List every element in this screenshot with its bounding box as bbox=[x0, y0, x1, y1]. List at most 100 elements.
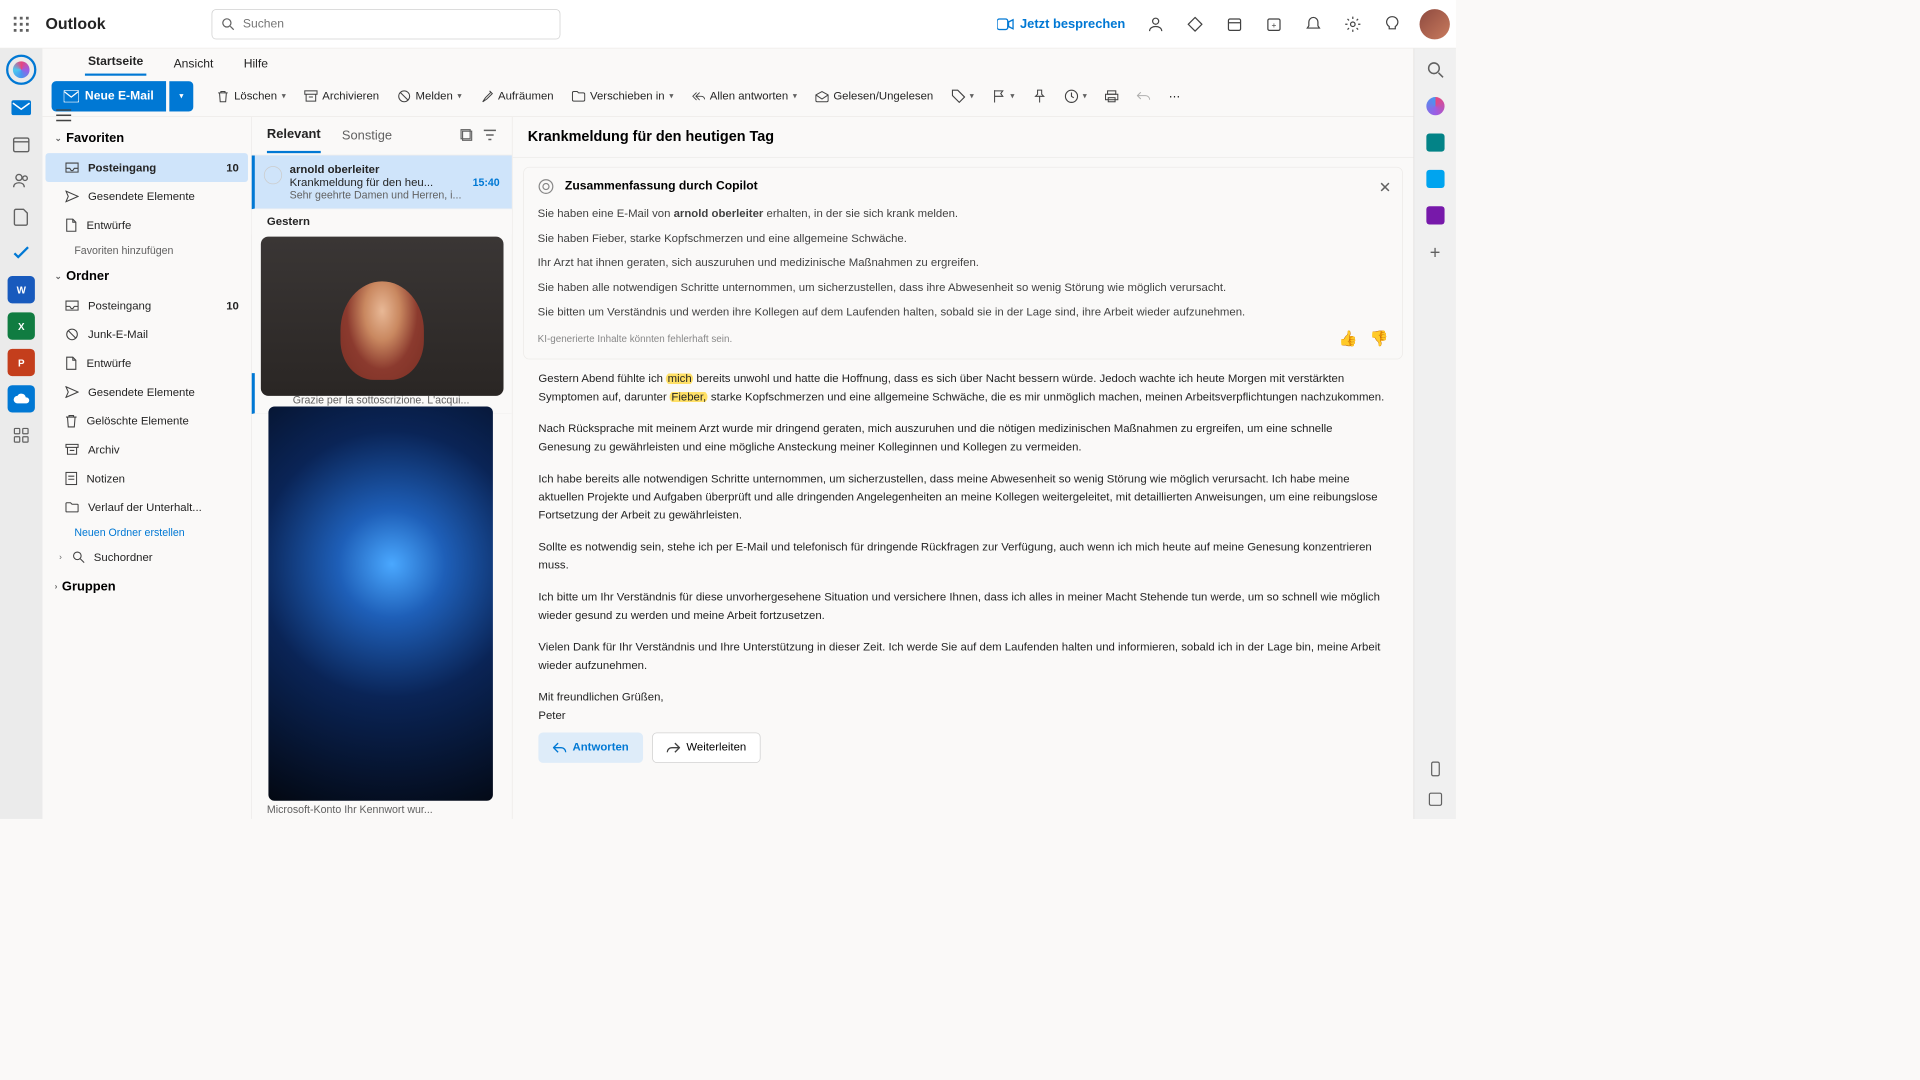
pin-icon bbox=[1033, 89, 1047, 103]
folder-notes[interactable]: Notizen bbox=[45, 464, 247, 493]
add-rail-icon[interactable]: + bbox=[1430, 243, 1441, 264]
folder-inbox[interactable]: Posteingang10 bbox=[45, 291, 247, 320]
tools-rail-icon[interactable] bbox=[1427, 792, 1442, 807]
app-name: Outlook bbox=[45, 15, 105, 33]
filter-icon[interactable] bbox=[483, 129, 497, 141]
diamond-icon[interactable] bbox=[1177, 6, 1213, 42]
day-icon[interactable] bbox=[1216, 6, 1252, 42]
draft-icon bbox=[65, 218, 77, 232]
copilot-rail-icon[interactable] bbox=[1426, 97, 1444, 115]
copilot-line: Ihr Arzt hat ihnen geraten, sich auszuru… bbox=[538, 255, 1389, 272]
ribbon-tab-help[interactable]: Hilfe bbox=[241, 53, 271, 76]
message-item[interactable]: arnold oberleiter Krankmeldung für den h… bbox=[252, 155, 512, 209]
folder-junk[interactable]: Junk-E-Mail bbox=[45, 320, 247, 349]
forward-button[interactable]: Weiterleiten bbox=[652, 732, 760, 762]
folder-drafts-fav[interactable]: Entwürfe bbox=[45, 211, 247, 240]
date-separator: Gestern bbox=[252, 209, 512, 234]
msglist-tab-other[interactable]: Sonstige bbox=[342, 119, 392, 152]
app-launcher[interactable] bbox=[6, 9, 36, 39]
message-from: arnold oberleiter bbox=[290, 163, 500, 176]
folder-sent-fav[interactable]: Gesendete Elemente bbox=[45, 182, 247, 211]
archive-icon bbox=[304, 89, 318, 103]
home-circle-icon[interactable] bbox=[6, 55, 36, 85]
undo-button[interactable] bbox=[1129, 81, 1158, 111]
ribbon-tab-view[interactable]: Ansicht bbox=[171, 53, 217, 76]
move-to-button[interactable]: Verschieben in▾ bbox=[564, 81, 681, 111]
folder-inbox-fav[interactable]: Posteingang10 bbox=[45, 153, 247, 182]
close-icon[interactable]: ✕ bbox=[1379, 178, 1392, 197]
meet-now-button[interactable]: Jetzt besprechen bbox=[988, 16, 1134, 31]
msglist-tab-focused[interactable]: Relevant bbox=[267, 118, 321, 154]
folder-drafts[interactable]: Entwürfe bbox=[45, 349, 247, 378]
message-preview: Sehr geehrte Damen und Herren, i... bbox=[290, 189, 500, 201]
word-app-icon[interactable]: W bbox=[8, 276, 35, 303]
reply-all-button[interactable]: Allen antworten▾ bbox=[684, 81, 805, 111]
settings-icon[interactable] bbox=[1335, 6, 1371, 42]
people-app-icon[interactable] bbox=[8, 167, 35, 194]
new-folder-link[interactable]: Neuen Ordner erstellen bbox=[45, 522, 247, 543]
message-checkbox[interactable] bbox=[264, 166, 282, 184]
flag-button[interactable]: ▾ bbox=[984, 81, 1022, 111]
onenote-rail-icon[interactable] bbox=[1426, 206, 1444, 224]
copilot-icon bbox=[538, 178, 555, 195]
ribbon-tab-home[interactable]: Startseite bbox=[85, 51, 146, 76]
teams-icon[interactable] bbox=[1137, 6, 1173, 42]
video-overlay-1[interactable] bbox=[261, 237, 504, 396]
note-icon bbox=[65, 472, 77, 486]
search-input[interactable] bbox=[243, 17, 551, 31]
search-box[interactable] bbox=[212, 9, 561, 39]
calendar-app-icon[interactable] bbox=[8, 130, 35, 157]
pin-button[interactable] bbox=[1025, 81, 1054, 111]
thumbs-up-icon[interactable]: 👍 bbox=[1339, 329, 1358, 348]
excel-app-icon[interactable]: X bbox=[8, 312, 35, 339]
search-icon bbox=[222, 17, 236, 31]
onedrive-app-icon[interactable] bbox=[8, 385, 35, 412]
snooze-button[interactable]: ▾ bbox=[1057, 81, 1095, 111]
bookings-rail-icon[interactable] bbox=[1426, 170, 1444, 188]
read-unread-button[interactable]: Gelesen/Ungelesen bbox=[808, 81, 941, 111]
copilot-disclaimer: KI-generierte Inhalte könnten fehlerhaft… bbox=[538, 333, 733, 344]
powerpoint-app-icon[interactable]: P bbox=[8, 349, 35, 376]
phone-rail-icon[interactable] bbox=[1427, 761, 1442, 776]
notifications-icon[interactable] bbox=[1295, 6, 1331, 42]
reading-pane: Krankmeldung für den heutigen Tag ✕ Zusa… bbox=[513, 117, 1414, 819]
more-button[interactable]: ⋯ bbox=[1161, 81, 1188, 111]
sweep-button[interactable]: Aufräumen bbox=[472, 81, 561, 111]
search-folders[interactable]: ›Suchordner bbox=[45, 543, 247, 572]
todo-app-icon[interactable] bbox=[8, 240, 35, 267]
more-apps-icon[interactable] bbox=[8, 422, 35, 449]
user-avatar[interactable] bbox=[1420, 9, 1450, 39]
files-app-icon[interactable] bbox=[8, 203, 35, 230]
planner-rail-icon[interactable] bbox=[1426, 133, 1444, 151]
calendar-add-icon[interactable]: + bbox=[1256, 6, 1292, 42]
select-all-icon[interactable] bbox=[460, 129, 474, 143]
folder-icon bbox=[65, 502, 79, 513]
folders-section[interactable]: ⌄Ordner bbox=[45, 261, 247, 291]
archive-button[interactable]: Archivieren bbox=[296, 81, 386, 111]
mail-app-icon[interactable] bbox=[8, 94, 35, 121]
folder-sent[interactable]: Gesendete Elemente bbox=[45, 378, 247, 407]
junk-icon bbox=[65, 328, 79, 342]
folder-history[interactable]: Verlauf der Unterhalt... bbox=[45, 493, 247, 522]
search-rail-icon[interactable] bbox=[1426, 61, 1444, 79]
copilot-line: Sie haben eine E-Mail von arnold oberlei… bbox=[538, 205, 1389, 222]
new-mail-dropdown[interactable]: ▾ bbox=[169, 81, 193, 111]
hamburger-icon[interactable] bbox=[52, 103, 76, 127]
message-subject: Krankmeldung für den heu... bbox=[290, 176, 434, 189]
delete-button[interactable]: Löschen▾ bbox=[208, 81, 293, 111]
thumbs-down-icon[interactable]: 👎 bbox=[1370, 329, 1389, 348]
print-button[interactable] bbox=[1097, 81, 1126, 111]
reply-button[interactable]: Antworten bbox=[538, 732, 643, 762]
favorites-section[interactable]: ⌄Favoriten bbox=[45, 123, 247, 153]
tips-icon[interactable] bbox=[1374, 6, 1410, 42]
report-icon bbox=[397, 89, 411, 103]
groups-section[interactable]: ›Gruppen bbox=[45, 572, 247, 602]
copilot-line: Sie haben Fieber, starke Kopfschmerzen u… bbox=[538, 230, 1389, 247]
tag-button[interactable]: ▾ bbox=[944, 81, 982, 111]
folder-deleted[interactable]: Gelöschte Elemente bbox=[45, 406, 247, 435]
folder-archive[interactable]: Archiv bbox=[45, 435, 247, 464]
video-overlay-2[interactable] bbox=[268, 406, 492, 800]
add-favorite-link[interactable]: Favoriten hinzufügen bbox=[45, 240, 247, 261]
copilot-summary-card: ✕ Zusammenfassung durch Copilot Sie habe… bbox=[523, 167, 1403, 359]
report-button[interactable]: Melden▾ bbox=[390, 81, 469, 111]
